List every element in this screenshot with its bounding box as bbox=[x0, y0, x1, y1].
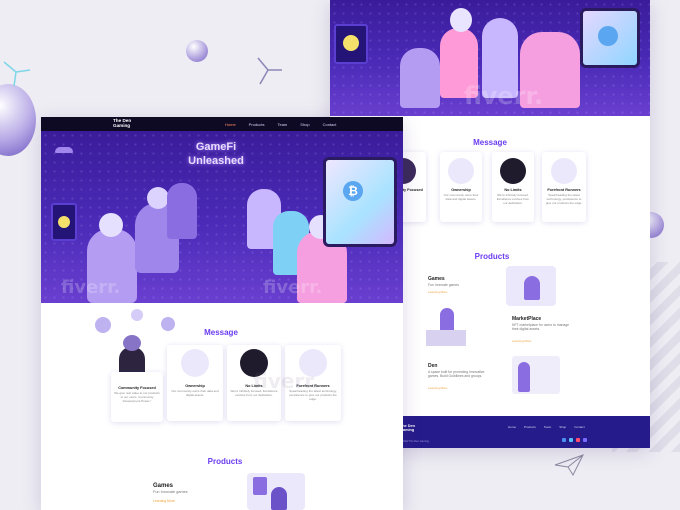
watermark: fiverr. bbox=[253, 369, 319, 393]
footer-copyright: © 2022 The Den Gaming bbox=[400, 440, 429, 443]
nav-link-home[interactable]: Home bbox=[225, 122, 236, 127]
bg-sphere-top bbox=[186, 40, 208, 62]
social-icon[interactable] bbox=[576, 438, 580, 442]
games-illustration bbox=[247, 473, 305, 510]
paper-plane-icon bbox=[554, 454, 584, 476]
watermark: fiverr. bbox=[464, 82, 544, 110]
product-name: Games bbox=[428, 276, 445, 282]
footer-logo[interactable]: The Den Gaming bbox=[400, 424, 420, 432]
bg-sphere-left bbox=[0, 84, 36, 156]
social-icon[interactable] bbox=[583, 438, 587, 442]
watermark: fiverr. bbox=[61, 277, 121, 298]
message-card: No Limits We're Infinitely focused. Exce… bbox=[492, 152, 534, 222]
message-card: Community Focused We give real value to … bbox=[111, 372, 163, 422]
games-illustration bbox=[506, 266, 556, 306]
social-icons bbox=[562, 438, 587, 442]
nav-link-shop[interactable]: Shop bbox=[300, 122, 309, 127]
hero-title-line2: Unleashed bbox=[188, 155, 244, 167]
learn-more-link[interactable]: Learning More bbox=[153, 499, 175, 503]
message-card: Ownership Our community owns their data … bbox=[167, 345, 223, 421]
product-desc: Fun Innovate games bbox=[153, 490, 188, 494]
nav-link-team[interactable]: Team bbox=[277, 122, 287, 127]
product-name: Games bbox=[153, 483, 174, 489]
section-title-message: Message bbox=[204, 328, 238, 337]
section-title-products: Products bbox=[474, 252, 510, 261]
product-name: Den bbox=[428, 363, 438, 369]
coin-monitor-illustration bbox=[334, 24, 368, 64]
nav-link-products[interactable]: Products bbox=[249, 122, 265, 127]
hero-title-line1: GameFi bbox=[195, 141, 237, 153]
product-name: MarketPlace bbox=[512, 316, 542, 322]
coin-monitor-illustration bbox=[51, 203, 77, 241]
footer-link[interactable]: Products bbox=[524, 425, 536, 429]
tri-branch-icon bbox=[3, 61, 31, 87]
message-card: Forefront Runners Spearheading the lates… bbox=[542, 152, 586, 222]
ownership-illustration bbox=[181, 349, 209, 377]
footer-link[interactable]: Home bbox=[508, 425, 516, 429]
top-nav: The Den Gaming Home Products Team Shop C… bbox=[41, 117, 403, 131]
learn-more-link[interactable]: Learning More bbox=[428, 290, 447, 294]
site-logo[interactable]: The Den Gaming bbox=[113, 119, 141, 128]
hero-banner-secondary: fiverr. bbox=[330, 0, 650, 116]
product-desc: A space built for promoting innovative g… bbox=[428, 370, 485, 378]
footer-link[interactable]: Team bbox=[544, 425, 551, 429]
learn-more-link[interactable]: Learning More bbox=[428, 386, 447, 390]
den-illustration bbox=[512, 356, 560, 394]
mockup-page-primary: The Den Gaming Home Products Team Shop C… bbox=[41, 117, 403, 510]
product-desc: NFT marketplace for users to manage thei… bbox=[512, 323, 570, 331]
watermark: fiverr. bbox=[263, 277, 323, 298]
nav-links: Home Products Team Shop Contact bbox=[225, 122, 336, 127]
product-desc: Fun Innovate games bbox=[428, 283, 459, 287]
section-title-message: Message bbox=[473, 138, 507, 147]
social-icon[interactable] bbox=[562, 438, 566, 442]
marketplace-illustration bbox=[426, 308, 466, 348]
nav-link-contact[interactable]: Contact bbox=[323, 122, 337, 127]
hero-banner: GameFi Unleashed ₿ fiverr. fiverr. bbox=[41, 131, 403, 303]
social-icon[interactable] bbox=[569, 438, 573, 442]
footer-link[interactable]: Contact bbox=[574, 425, 584, 429]
footer-link[interactable]: Shop bbox=[559, 425, 566, 429]
lamp-illustration bbox=[55, 147, 73, 153]
learn-more-link[interactable]: Learning More bbox=[512, 339, 531, 343]
section-title-products: Products bbox=[207, 457, 243, 466]
tri-branch-icon bbox=[257, 57, 282, 85]
crypto-screens-illustration: ₿ bbox=[317, 137, 401, 277]
bitcoin-icon: ₿ bbox=[343, 181, 363, 201]
message-card: Ownership Our community owns their data … bbox=[440, 152, 482, 222]
